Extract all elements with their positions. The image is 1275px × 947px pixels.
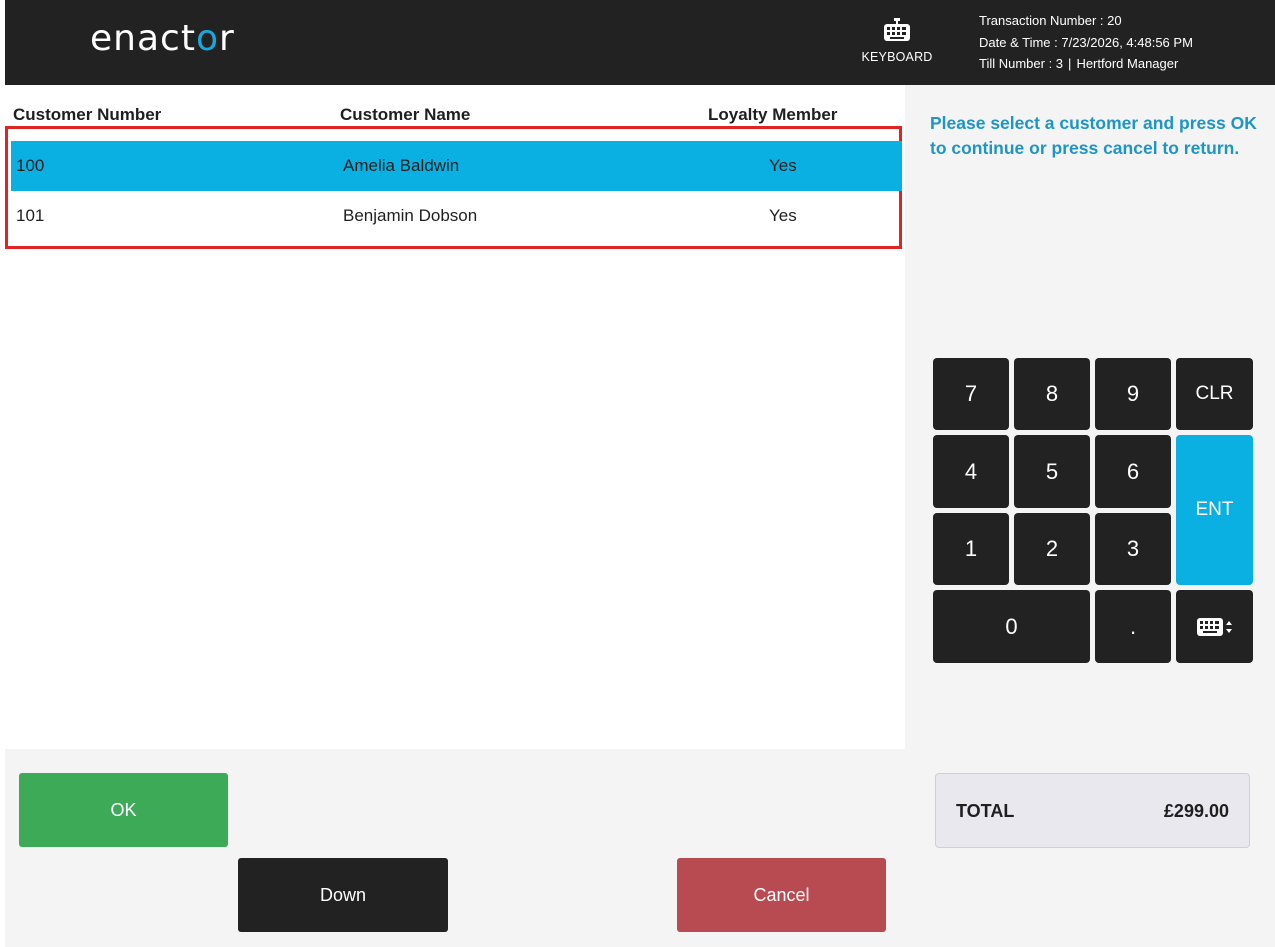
keypad-9[interactable]: 9 — [1095, 358, 1171, 430]
keypad-clear-button[interactable]: CLR — [1176, 358, 1253, 430]
enactor-logo: enactor — [90, 18, 235, 59]
top-header: enactor KEYBOARD Transaction Number : 20… — [5, 0, 1275, 85]
keyboard-label: KEYBOARD — [861, 50, 933, 64]
cell-loyalty-member: Yes — [769, 156, 797, 175]
keyboard-toggle-icon — [1196, 617, 1232, 636]
cell-customer-name: Amelia Baldwin — [343, 156, 460, 175]
ok-button[interactable]: OK — [19, 773, 228, 847]
keypad-0[interactable]: 0 — [933, 590, 1090, 663]
logo-refresh-mark: o — [195, 18, 219, 59]
logo-text-end: r — [218, 18, 235, 59]
action-bar: OK Down Cancel — [5, 749, 905, 947]
transaction-number: Transaction Number : 20 — [979, 13, 1122, 28]
keypad-8[interactable]: 8 — [1014, 358, 1090, 430]
transaction-info: Transaction Number : 20 Date & Time : 7/… — [979, 10, 1193, 75]
till-number: Till Number : 3 — [979, 56, 1064, 71]
keypad-decimal[interactable]: . — [1095, 590, 1171, 663]
separator: | — [1068, 56, 1072, 71]
user-name: Hertford Manager — [1076, 56, 1179, 71]
keyboard-icon — [884, 18, 910, 41]
right-side-panel: Please select a customer and press OK to… — [905, 85, 1275, 947]
cancel-button[interactable]: Cancel — [677, 858, 886, 932]
down-button[interactable]: Down — [238, 858, 448, 932]
instruction-prompt: Please select a customer and press OK to… — [930, 113, 1257, 158]
column-header-customer-number: Customer Number — [13, 105, 162, 124]
cell-customer-number: 100 — [16, 156, 45, 175]
customer-list-panel: Customer Number Customer Name Loyalty Me… — [5, 85, 905, 749]
cell-loyalty-member: Yes — [769, 206, 797, 225]
keypad-2[interactable]: 2 — [1014, 513, 1090, 585]
till-user-line: Till Number : 3 | Hertford Manager — [979, 53, 1193, 75]
keypad-enter-button[interactable]: ENT — [1176, 435, 1253, 585]
date-time: Date & Time : 7/23/2026, 4:48:56 PM — [979, 34, 1193, 50]
total-panel: TOTAL £299.00 — [935, 773, 1250, 848]
keypad-keyboard-toggle[interactable] — [1176, 590, 1253, 663]
table-row[interactable]: 101 Benjamin Dobson Yes — [11, 191, 902, 241]
column-header-customer-name: Customer Name — [340, 105, 471, 124]
column-header-loyalty-member: Loyalty Member — [708, 105, 838, 124]
keypad-5[interactable]: 5 — [1014, 435, 1090, 508]
total-label: TOTAL — [956, 801, 1015, 821]
customer-table: 100 Amelia Baldwin Yes 101 Benjamin Dobs… — [5, 126, 902, 249]
keyboard-button[interactable]: KEYBOARD — [851, 18, 943, 76]
keypad-6[interactable]: 6 — [1095, 435, 1171, 508]
keypad-7[interactable]: 7 — [933, 358, 1009, 430]
keypad-4[interactable]: 4 — [933, 435, 1009, 508]
table-row-selected[interactable]: 100 Amelia Baldwin Yes — [11, 141, 902, 191]
logo-text: enact — [90, 18, 196, 59]
cell-customer-number: 101 — [16, 206, 45, 225]
keypad-3[interactable]: 3 — [1095, 513, 1171, 585]
keypad-1[interactable]: 1 — [933, 513, 1009, 585]
total-value: £299.00 — [1163, 801, 1229, 821]
cell-customer-name: Benjamin Dobson — [343, 206, 478, 225]
